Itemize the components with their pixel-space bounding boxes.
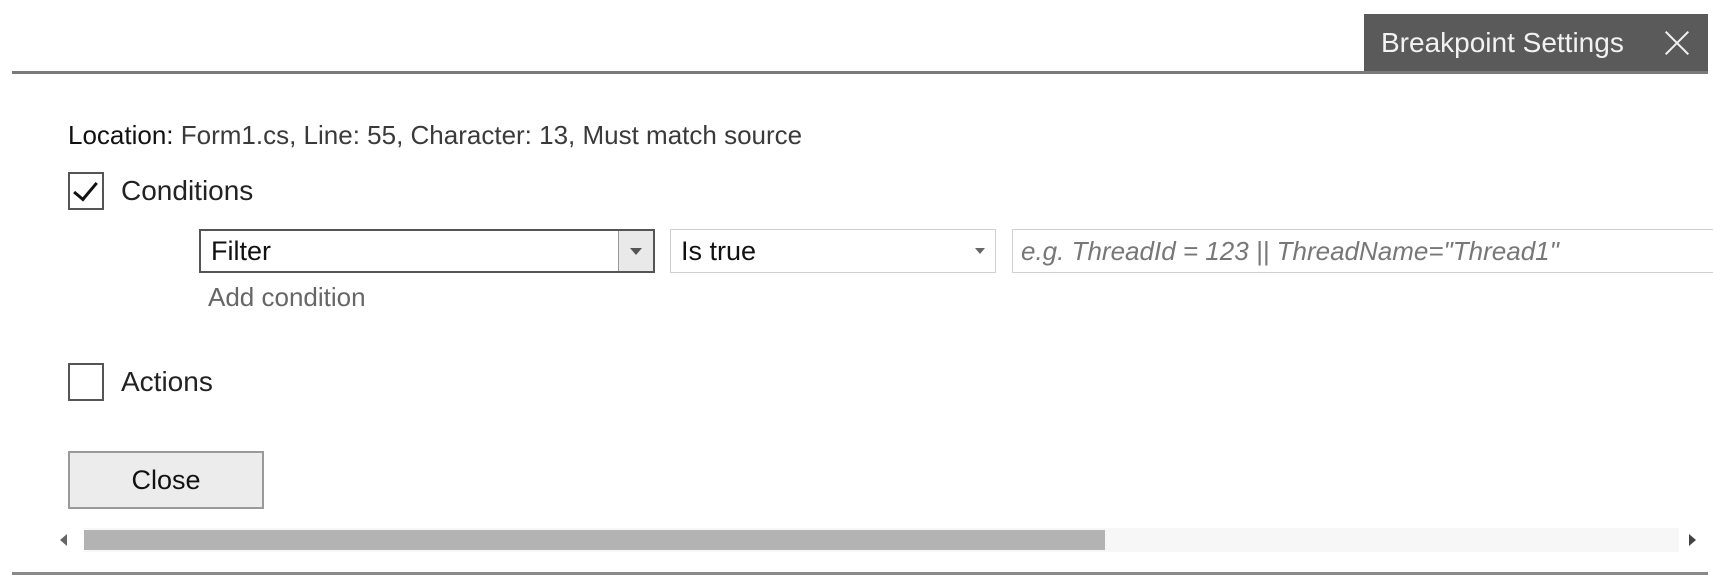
scroll-right-arrow-icon[interactable] (1689, 534, 1696, 546)
condition-type-dropdown-button[interactable] (618, 231, 653, 271)
condition-operator-select[interactable]: Is true (670, 229, 996, 273)
conditions-label: Conditions (121, 175, 254, 206)
breakpoint-settings-tab[interactable]: Breakpoint Settings (1364, 14, 1708, 72)
location-label: Location: (68, 120, 174, 150)
condition-operator-dropdown-button[interactable] (965, 248, 995, 254)
condition-type-value: Filter (211, 235, 271, 266)
add-condition-link[interactable]: Add condition (208, 282, 366, 313)
actions-checkbox[interactable] (68, 363, 104, 401)
actions-row: Actions (68, 363, 213, 401)
tab-title: Breakpoint Settings (1381, 27, 1624, 58)
conditions-checkbox[interactable] (68, 172, 104, 210)
actions-label: Actions (121, 366, 213, 397)
scrollbar-thumb[interactable] (84, 530, 1105, 550)
scroll-left-arrow-icon[interactable] (60, 534, 67, 546)
checkmark-icon (73, 175, 98, 202)
top-divider (12, 71, 1708, 74)
location-value: Form1.cs, Line: 55, Character: 13, Must … (180, 120, 803, 150)
bottom-divider (12, 572, 1708, 575)
scrollbar-track[interactable] (84, 528, 1679, 552)
close-button[interactable]: Close (68, 451, 264, 509)
close-icon[interactable] (1664, 30, 1690, 56)
condition-type-select[interactable]: Filter (199, 229, 655, 273)
location-line: Location: Form1.cs, Line: 55, Character:… (68, 120, 802, 151)
horizontal-scrollbar[interactable] (56, 528, 1708, 552)
conditions-row: Conditions (68, 172, 253, 210)
chevron-down-icon (630, 247, 642, 255)
condition-expression-input[interactable] (1012, 229, 1713, 273)
condition-operator-value: Is true (681, 235, 757, 266)
chevron-down-icon (975, 248, 985, 254)
